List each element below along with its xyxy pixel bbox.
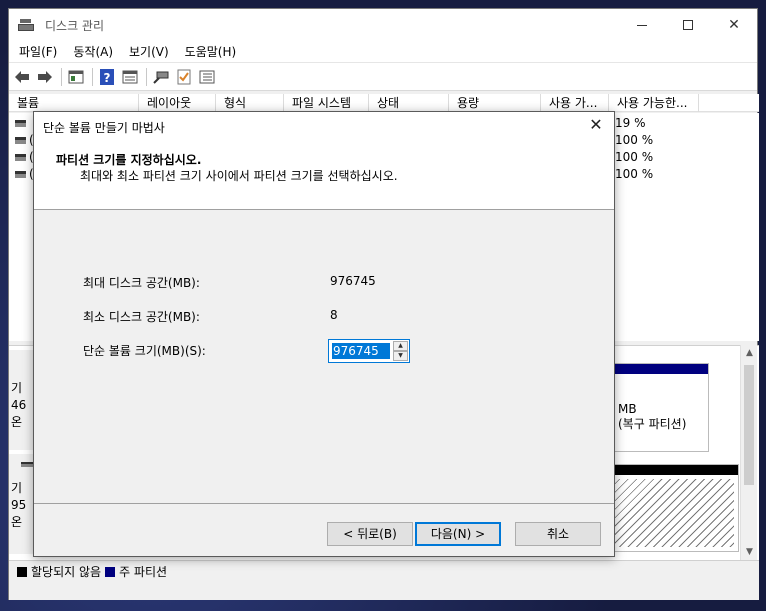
unallocated-swatch <box>17 566 27 577</box>
minimize-button[interactable] <box>619 9 665 41</box>
max-space-label: 최대 디스크 공간(MB): <box>83 276 200 290</box>
legend-primary: 주 파티션 <box>119 565 168 579</box>
view-icon[interactable] <box>121 69 139 85</box>
disk-label: 기 46 온 <box>11 380 33 431</box>
disk-icon <box>21 462 33 467</box>
cancel-button[interactable]: 취소 <box>515 522 601 546</box>
svg-text:?: ? <box>104 71 111 85</box>
percent-free: 100 % <box>615 150 654 164</box>
max-space-value: 976745 <box>330 274 376 288</box>
new-simple-volume-wizard: 단순 볼륨 만들기 마법사 ✕ 파티션 크기를 지정하십시오. 최대와 최소 파… <box>33 111 615 557</box>
toolbar-divider <box>92 67 93 86</box>
graph-scrollbar[interactable]: ▲ ▼ <box>740 345 757 560</box>
connect-icon[interactable] <box>152 69 170 85</box>
legend-unallocated: 할당되지 않음 <box>31 565 102 579</box>
volume-icon <box>15 171 26 178</box>
wizard-title: 단순 볼륨 만들기 마법사 <box>43 121 165 135</box>
volume-icon <box>15 120 26 127</box>
disk-management-icon <box>18 19 34 31</box>
column-volume[interactable]: 볼륨 <box>9 94 139 112</box>
unallocated-stripe <box>608 465 738 475</box>
back-button[interactable]: < 뒤로(B) <box>327 522 413 546</box>
column-capacity[interactable]: 용량 <box>449 94 541 112</box>
disk-type: 기 <box>11 481 23 495</box>
unallocated-region[interactable] <box>607 464 739 552</box>
percent-free: 19 % <box>615 116 646 130</box>
menu-file[interactable]: 파일(F) <box>11 43 65 60</box>
spin-down-icon[interactable]: ▼ <box>393 351 408 361</box>
column-status[interactable]: 상태 <box>369 94 449 112</box>
partition-label: MB (복구 파티션) <box>618 402 686 432</box>
volume-icon <box>15 137 26 144</box>
menu-action[interactable]: 동작(A) <box>65 43 121 60</box>
close-button[interactable]: ✕ <box>711 9 757 41</box>
partition-size: MB <box>618 402 637 416</box>
unallocated-hatch <box>612 479 734 547</box>
scroll-thumb[interactable] <box>744 365 754 485</box>
help-icon[interactable]: ? <box>98 68 116 85</box>
wizard-subheading: 최대와 최소 파티션 크기 사이에서 파티션 크기를 선택하십시오. <box>80 169 398 183</box>
column-percent-free[interactable]: 사용 가능한... <box>609 94 699 112</box>
column-free-space[interactable]: 사용 가... <box>541 94 609 112</box>
window-title: 디스크 관리 <box>45 18 105 33</box>
minimize-icon <box>637 24 647 26</box>
wizard-heading: 파티션 크기를 지정하십시오. <box>56 153 202 167</box>
toolbar-divider <box>61 67 62 86</box>
disk-size: 46 <box>11 398 27 412</box>
column-layout[interactable]: 레이아웃 <box>139 94 216 112</box>
volume-icon <box>15 154 26 161</box>
volume-size-input[interactable]: 976745 <box>332 343 390 359</box>
percent-free: 100 % <box>615 133 654 147</box>
next-button[interactable]: 다음(N) > <box>415 522 501 546</box>
wizard-close-icon[interactable]: ✕ <box>586 115 606 135</box>
forward-arrow-icon[interactable] <box>36 69 54 85</box>
menu-view[interactable]: 보기(V) <box>121 43 177 60</box>
wizard-divider <box>34 503 614 504</box>
disk-type: 기 <box>11 381 23 395</box>
title-bar: 디스크 관리 ✕ <box>9 9 757 41</box>
recovery-partition[interactable]: MB (복구 파티션) <box>607 363 709 452</box>
volume-size-stepper[interactable]: 976745 ▲ ▼ <box>328 339 410 363</box>
primary-swatch <box>105 566 116 577</box>
spin-up-icon[interactable]: ▲ <box>393 341 408 351</box>
partition-type: (복구 파티션) <box>618 417 687 431</box>
menu-bar: 파일(F) 동작(A) 보기(V) 도움말(H) <box>9 41 757 63</box>
partition-stripe <box>608 364 708 374</box>
column-type[interactable]: 형식 <box>216 94 284 112</box>
percent-free: 100 % <box>615 167 654 181</box>
min-space-label: 최소 디스크 공간(MB): <box>83 310 200 324</box>
volume-list-header: 볼륨 레이아웃 형식 파일 시스템 상태 용량 사용 가... 사용 가능한..… <box>9 94 759 112</box>
legend: 할당되지 않음 주 파티션 <box>9 560 759 582</box>
toolbar-divider <box>146 67 147 86</box>
wizard-header: 단순 볼륨 만들기 마법사 ✕ 파티션 크기를 지정하십시오. 최대와 최소 파… <box>34 112 614 210</box>
toolbar: ? <box>9 63 757 91</box>
scroll-down-icon[interactable]: ▼ <box>741 544 758 560</box>
min-space-value: 8 <box>330 308 338 322</box>
maximize-button[interactable] <box>665 9 711 41</box>
status-bar <box>9 582 759 600</box>
disk-status: 온 <box>11 515 23 529</box>
back-arrow-icon[interactable] <box>13 69 31 85</box>
check-icon[interactable] <box>175 69 193 85</box>
column-file-system[interactable]: 파일 시스템 <box>284 94 369 112</box>
scroll-up-icon[interactable]: ▲ <box>741 345 758 361</box>
volume-size-label: 단순 볼륨 크기(MB)(S): <box>83 344 206 358</box>
maximize-icon <box>683 20 693 30</box>
disk-status: 온 <box>11 415 23 429</box>
list-icon[interactable] <box>198 69 216 85</box>
disk-label: 기 95 온 <box>11 480 33 531</box>
menu-help[interactable]: 도움말(H) <box>177 43 245 60</box>
disk-size: 95 <box>11 498 27 512</box>
properties-icon[interactable] <box>67 69 85 85</box>
